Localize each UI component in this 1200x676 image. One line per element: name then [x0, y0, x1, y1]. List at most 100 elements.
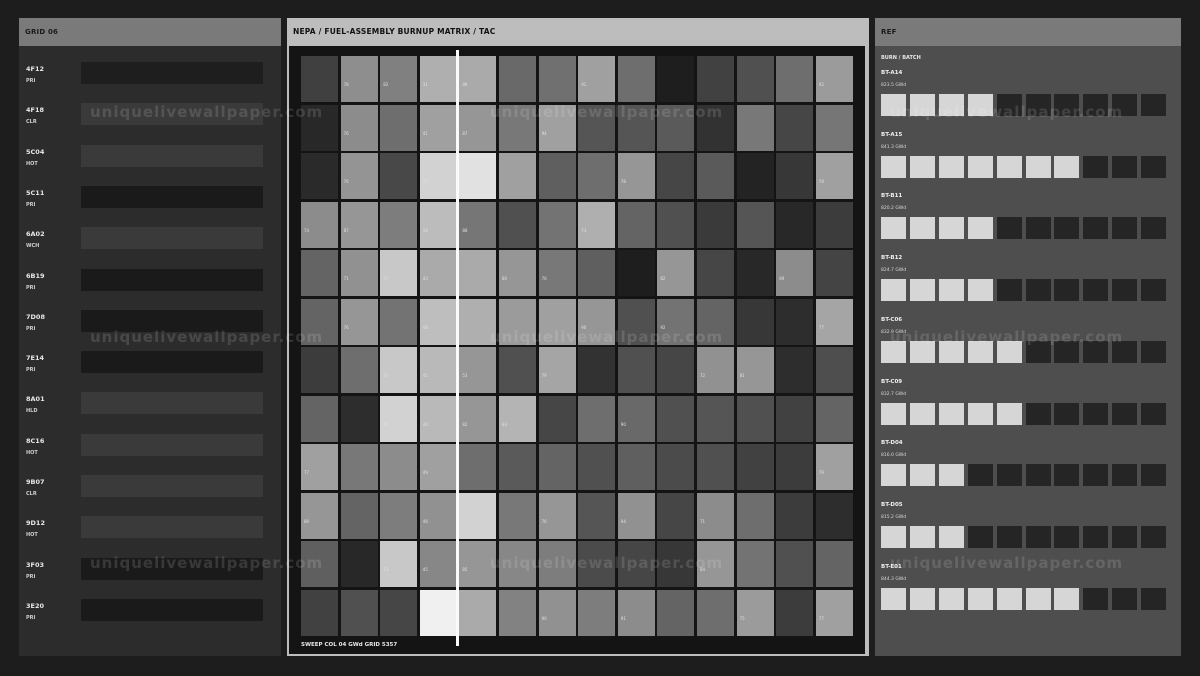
- matrix-cell[interactable]: [578, 589, 616, 636]
- matrix-cell[interactable]: [617, 347, 655, 393]
- matrix-cell[interactable]: 76: [340, 298, 378, 345]
- matrix-cell[interactable]: 77: [301, 444, 338, 490]
- matrix-cell[interactable]: 89: [776, 250, 814, 296]
- matrix-cell[interactable]: 76: [538, 250, 576, 296]
- matrix-cell[interactable]: [657, 201, 695, 248]
- matrix-cell[interactable]: 74: [301, 201, 338, 248]
- matrix-cell[interactable]: [538, 201, 576, 248]
- matrix-cell[interactable]: [340, 347, 378, 393]
- grid-row[interactable]: 5C04 HOT: [19, 144, 281, 186]
- matrix-cell[interactable]: 43: [419, 250, 457, 296]
- matrix-cell[interactable]: 79: [815, 444, 853, 490]
- matrix-cell[interactable]: 94: [617, 492, 655, 539]
- matrix-cell[interactable]: 80: [301, 492, 338, 539]
- grid-row[interactable]: 5C11 PRI: [19, 185, 281, 227]
- matrix-cell[interactable]: [538, 56, 576, 102]
- matrix-cell[interactable]: [776, 395, 814, 442]
- matrix-cell[interactable]: [736, 298, 774, 345]
- batch-item[interactable]: BT-C06 832.9 GWd: [881, 317, 1171, 377]
- matrix-cell[interactable]: 61: [380, 395, 418, 442]
- matrix-cell[interactable]: [776, 541, 814, 587]
- matrix-cell[interactable]: [617, 201, 655, 248]
- matrix-cell[interactable]: [459, 589, 497, 636]
- matrix-cell[interactable]: 75: [736, 589, 774, 636]
- matrix-cell[interactable]: [736, 395, 774, 442]
- matrix-cell[interactable]: [815, 250, 853, 296]
- matrix-cell[interactable]: [697, 589, 734, 636]
- matrix-cell[interactable]: 91: [617, 589, 655, 636]
- matrix-cell[interactable]: [301, 589, 338, 636]
- matrix-cell[interactable]: [538, 395, 576, 442]
- matrix-cell[interactable]: 82: [459, 395, 497, 442]
- matrix-cell[interactable]: [657, 347, 695, 393]
- matrix-cell[interactable]: 79: [538, 347, 576, 393]
- matrix-cell[interactable]: 44: [419, 395, 457, 442]
- matrix-cell[interactable]: [578, 492, 616, 539]
- matrix-cell[interactable]: [459, 250, 497, 296]
- matrix-cell[interactable]: [776, 347, 814, 393]
- matrix-cell[interactable]: 76: [340, 104, 378, 151]
- matrix-cell[interactable]: [419, 589, 457, 636]
- matrix-cell[interactable]: [380, 201, 418, 248]
- matrix-cell[interactable]: [617, 444, 655, 490]
- grid-row[interactable]: 3E20 PRI: [19, 598, 281, 640]
- matrix-cell[interactable]: 71: [340, 250, 378, 296]
- grid-row[interactable]: 6A02 WCH: [19, 227, 281, 268]
- matrix-cell[interactable]: 92: [815, 56, 853, 102]
- matrix-cell[interactable]: [776, 492, 814, 539]
- batch-item[interactable]: BT-B12 824.7 GWd: [881, 255, 1171, 315]
- matrix-cell[interactable]: [736, 444, 774, 490]
- matrix-cell[interactable]: [657, 589, 695, 636]
- matrix-cell[interactable]: [340, 395, 378, 442]
- batch-item[interactable]: BT-D05 815.2 GWd: [881, 502, 1171, 562]
- matrix-cell[interactable]: [776, 201, 814, 248]
- matrix-cell[interactable]: 72: [697, 347, 734, 393]
- matrix-cell[interactable]: 78: [617, 153, 655, 199]
- matrix-cell[interactable]: [578, 250, 616, 296]
- grid-row[interactable]: 9D12 HOT: [19, 516, 281, 557]
- matrix-cell[interactable]: [815, 347, 853, 393]
- matrix-cell[interactable]: 91: [578, 56, 616, 102]
- matrix-cell[interactable]: [815, 395, 853, 442]
- matrix-cell[interactable]: [538, 153, 576, 199]
- batch-item[interactable]: BT-A15 841.3 GWd: [881, 132, 1171, 192]
- matrix-cell[interactable]: [776, 56, 814, 102]
- matrix-cell[interactable]: [697, 395, 734, 442]
- matrix-cell[interactable]: 88: [459, 56, 497, 102]
- matrix-cell[interactable]: [815, 541, 853, 587]
- batch-item[interactable]: BT-A14 823.5 GWd: [881, 70, 1171, 130]
- matrix-cell[interactable]: [301, 153, 338, 199]
- matrix-cell[interactable]: [776, 153, 814, 199]
- matrix-cell[interactable]: [459, 153, 497, 199]
- matrix-cell[interactable]: 81: [736, 347, 774, 393]
- matrix-cell[interactable]: [459, 492, 497, 539]
- matrix-cell[interactable]: [499, 444, 536, 490]
- matrix-cell[interactable]: [697, 444, 734, 490]
- matrix-cell[interactable]: 83: [499, 395, 536, 442]
- matrix-cell[interactable]: [697, 153, 734, 199]
- batch-item[interactable]: BT-E01 844.3 GWd: [881, 564, 1171, 624]
- matrix-cell[interactable]: 76: [340, 153, 378, 199]
- matrix-cell[interactable]: [380, 298, 418, 345]
- matrix-cell[interactable]: [340, 541, 378, 587]
- matrix-cell[interactable]: 41: [419, 104, 457, 151]
- matrix-cell[interactable]: 77: [815, 298, 853, 345]
- matrix-cell[interactable]: [499, 492, 536, 539]
- matrix-cell[interactable]: 46: [419, 492, 457, 539]
- matrix-cell[interactable]: 45: [419, 541, 457, 587]
- matrix-cell[interactable]: [301, 250, 338, 296]
- matrix-cell[interactable]: [776, 589, 814, 636]
- matrix-cell[interactable]: [499, 589, 536, 636]
- matrix-cell[interactable]: [340, 444, 378, 490]
- matrix-cell[interactable]: [776, 104, 814, 151]
- matrix-cell[interactable]: [736, 56, 774, 102]
- matrix-cell[interactable]: [697, 201, 734, 248]
- matrix-cell[interactable]: [380, 589, 418, 636]
- matrix-cell[interactable]: [736, 492, 774, 539]
- matrix-cell[interactable]: 82: [380, 56, 418, 102]
- matrix-cell[interactable]: [657, 153, 695, 199]
- matrix-cell[interactable]: 88: [459, 201, 497, 248]
- matrix-cell[interactable]: [301, 395, 338, 442]
- matrix-cell[interactable]: [657, 395, 695, 442]
- matrix-cell[interactable]: [301, 347, 338, 393]
